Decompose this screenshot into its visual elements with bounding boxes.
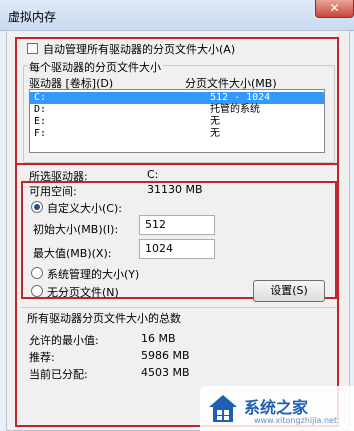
- auto-manage-label[interactable]: 自动管理所有驱动器的分页文件大小(A): [43, 41, 235, 57]
- site-watermark: 系统之家 www.xitongzhijia.net: [200, 386, 354, 431]
- paging-size: 无: [210, 116, 220, 127]
- drive-letter: D:: [34, 104, 47, 115]
- house-logo-icon: [209, 395, 237, 422]
- drive-row-f[interactable]: F: 无: [30, 128, 324, 140]
- watermark-text: 系统之家: [244, 398, 309, 417]
- drive-row-c[interactable]: C: 512 - 1024: [30, 92, 324, 104]
- window-title: 虚拟内存: [8, 10, 57, 24]
- drive-row-e[interactable]: E: 无: [30, 116, 324, 128]
- paging-size: 托管的系统: [210, 104, 260, 115]
- watermark-url: www.xitongzhijia.net: [254, 416, 338, 425]
- paging-size: 无: [210, 128, 220, 139]
- drive-row-d[interactable]: D: 托管的系统: [30, 104, 324, 116]
- auto-manage-checkbox[interactable]: [27, 43, 38, 54]
- virtual-memory-dialog: { "window": { "title": "虚拟内存", "close_gl…: [0, 0, 354, 431]
- dialog-content: 自动管理所有驱动器的分页文件大小(A) 每个驱动器的分页文件大小 驱动器 [卷标…: [6, 30, 350, 431]
- drive-letter: E:: [34, 116, 47, 127]
- drive-letter: C:: [34, 92, 47, 103]
- title-bar[interactable]: 虚拟内存 ✕: [0, 0, 354, 31]
- per-drive-section-label: 每个驱动器的分页文件大小: [27, 59, 163, 75]
- drive-letter: F:: [34, 128, 47, 139]
- close-icon: ✕: [329, 1, 340, 15]
- paging-size: 512 - 1024: [210, 92, 271, 103]
- close-button[interactable]: ✕: [315, 0, 354, 18]
- drive-list[interactable]: C: 512 - 1024 D: 托管的系统 E: 无 F: 无: [29, 89, 325, 153]
